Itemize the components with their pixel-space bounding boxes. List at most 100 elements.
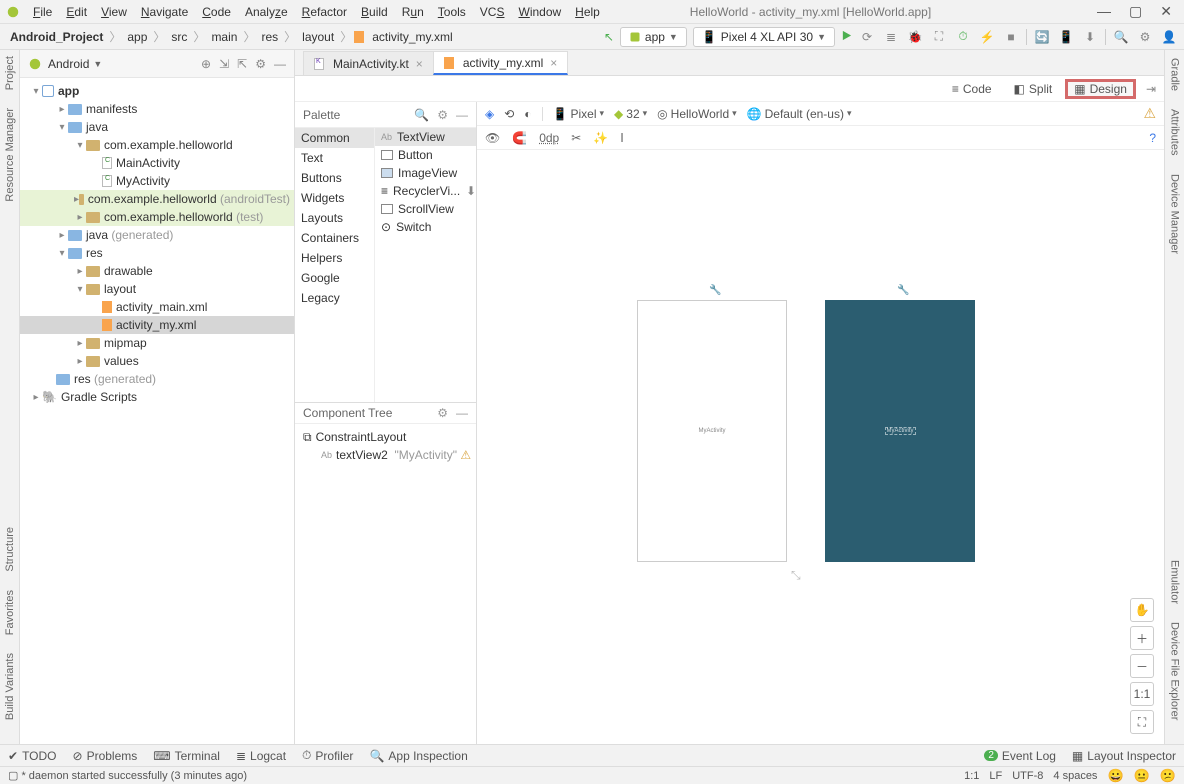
apply-code-changes-icon[interactable]: ≣ [882, 28, 900, 46]
component-tree[interactable]: ⧉ConstraintLayout AbtextView2 "MyActivit… [295, 424, 476, 744]
sdk-manager-icon[interactable]: ⬇ [1081, 28, 1099, 46]
settings-icon[interactable]: ⚙ [437, 406, 448, 420]
menu-vcs[interactable]: VCS [473, 5, 512, 19]
tool-favorites-tab[interactable]: Favorites [4, 590, 16, 635]
crumb-res[interactable]: res [257, 30, 282, 44]
tool-event-log[interactable]: 2Event Log [984, 749, 1056, 763]
palette-categories[interactable]: Common Text Buttons Widgets Layouts Cont… [295, 128, 375, 402]
sync-gradle-icon[interactable]: 🔄 [1033, 28, 1051, 46]
search-everywhere-icon[interactable]: 🔍 [1112, 28, 1130, 46]
select-opened-file-icon[interactable]: ⊕ [201, 57, 211, 71]
menu-tools[interactable]: Tools [431, 5, 473, 19]
project-tree[interactable]: ▾app ▸manifests ▾java ▾com.example.hello… [20, 78, 294, 744]
menu-build[interactable]: Build [354, 5, 395, 19]
view-mode-split[interactable]: ◧Split [1005, 79, 1062, 99]
tool-terminal[interactable]: ⌨Terminal [153, 749, 220, 763]
status-emoji-1[interactable]: 😀 [1107, 768, 1123, 784]
tool-todo[interactable]: ✔TODO [8, 749, 57, 763]
status-caret[interactable]: 1:1 [964, 770, 979, 782]
debug-button[interactable]: 🐞 [906, 28, 924, 46]
tree-manifests[interactable]: manifests [86, 102, 137, 116]
tab-main-activity[interactable]: MainActivity.kt × [303, 51, 434, 75]
settings-icon[interactable]: ⚙ [255, 57, 266, 71]
maximize-button[interactable]: ▢ [1129, 3, 1142, 20]
help-icon[interactable]: ? [1149, 131, 1156, 145]
hide-panel-icon[interactable]: — [456, 406, 468, 420]
view-mode-design[interactable]: ▦Design [1065, 79, 1136, 99]
stop-button[interactable]: ■ [1002, 28, 1020, 46]
tree-gradle-scripts[interactable]: Gradle Scripts [61, 390, 137, 404]
zoom-in-button[interactable]: ＋ [1130, 626, 1154, 650]
status-indent[interactable]: 4 spaces [1053, 770, 1097, 782]
menu-analyze[interactable]: Analyze [238, 5, 295, 19]
menu-run[interactable]: Run [395, 5, 431, 19]
tool-build-variants-tab[interactable]: Build Variants [4, 653, 16, 720]
menu-file[interactable]: File [26, 5, 59, 19]
warning-icon[interactable]: ⚠ [460, 448, 471, 462]
guidelines-icon[interactable]: Ⅰ [620, 131, 624, 145]
palette-cat-google[interactable]: Google [295, 268, 374, 288]
tree-values[interactable]: values [104, 354, 139, 368]
tree-pkg-test[interactable]: com.example.helloworld (test) [104, 210, 263, 224]
tree-java[interactable]: java [86, 120, 108, 134]
menu-view[interactable]: View [94, 5, 134, 19]
settings-icon[interactable]: ⚙ [1136, 28, 1154, 46]
design-canvas[interactable]: 🔧 🔧 MyActivity MyActivity ⤡ ✋ ＋ － 1:1 ⛶ [477, 150, 1164, 744]
tool-problems[interactable]: ⊘Problems [73, 749, 138, 763]
run-config-selector[interactable]: app ▼ [620, 27, 687, 47]
design-preview[interactable]: MyActivity [637, 300, 787, 562]
tool-device-file-explorer-tab[interactable]: Device File Explorer [1169, 622, 1181, 720]
menu-edit[interactable]: Edit [59, 5, 94, 19]
menu-navigate[interactable]: Navigate [134, 5, 195, 19]
blueprint-preview[interactable]: MyActivity [825, 300, 975, 562]
palette-cat-legacy[interactable]: Legacy [295, 288, 374, 308]
ct-root[interactable]: ConstraintLayout [316, 430, 407, 444]
crumb-layout[interactable]: layout [298, 30, 338, 44]
tree-activity-my[interactable]: activity_my.xml [116, 318, 196, 332]
palette-item-recyclerview[interactable]: ≡RecyclerVi...⬇ [375, 182, 476, 200]
tree-pkg-android-test[interactable]: com.example.helloworld (androidTest) [88, 192, 290, 206]
tree-layout[interactable]: layout [104, 282, 136, 296]
menu-window[interactable]: Window [511, 5, 568, 19]
night-mode-icon[interactable]: ◐ [524, 107, 531, 121]
api-selector[interactable]: ◆32▾ [614, 107, 647, 121]
avd-manager-icon[interactable]: 📱 [1057, 28, 1075, 46]
attach-debugger-icon[interactable]: ⚡ [978, 28, 996, 46]
status-encoding[interactable]: UTF-8 [1012, 770, 1043, 782]
palette-cat-common[interactable]: Common [295, 128, 374, 148]
close-tab-icon[interactable]: × [416, 57, 423, 71]
tool-attributes-tab[interactable]: Attributes [1169, 109, 1181, 155]
tool-resource-manager-tab[interactable]: Resource Manager [4, 108, 16, 202]
status-emoji-2[interactable]: 😐 [1134, 768, 1150, 784]
coverage-icon[interactable]: ⛶ [930, 28, 948, 46]
tool-device-manager-tab[interactable]: Device Manager [1169, 174, 1181, 254]
tool-emulator-tab[interactable]: Emulator [1169, 560, 1181, 604]
palette-cat-helpers[interactable]: Helpers [295, 248, 374, 268]
menu-refactor[interactable]: Refactor [295, 5, 354, 19]
tool-layout-inspector[interactable]: ▦Layout Inspector [1072, 749, 1176, 763]
tree-res[interactable]: res [86, 246, 103, 260]
ct-child[interactable]: textView2 "MyActivity" [336, 448, 457, 462]
palette-cat-widgets[interactable]: Widgets [295, 188, 374, 208]
wrench-icon[interactable]: 🔧 [709, 285, 721, 296]
tool-profiler[interactable]: ⏱Profiler [302, 748, 353, 763]
tree-java-gen[interactable]: java (generated) [86, 228, 173, 242]
zoom-reset-button[interactable]: 1:1 [1130, 682, 1154, 706]
collapse-all-icon[interactable]: ⇱ [237, 57, 247, 71]
hide-panel-icon[interactable]: — [274, 57, 286, 71]
profiler-icon[interactable]: ⏱ [954, 28, 972, 46]
default-margin-label[interactable]: 0dp [539, 131, 559, 145]
tool-project-tab[interactable]: Project [4, 56, 16, 90]
tree-pkg-main[interactable]: com.example.helloworld [104, 138, 233, 152]
resize-handle-icon[interactable]: ⤡ [791, 568, 801, 583]
view-options-icon[interactable]: 👁 [485, 131, 500, 145]
tree-my-activity[interactable]: MyActivity [116, 174, 170, 188]
crumb-file[interactable]: activity_my.xml [368, 30, 456, 44]
magnet-icon[interactable]: 🧲 [512, 131, 527, 145]
palette-item-button[interactable]: Button [375, 146, 476, 164]
tool-structure-tab[interactable]: Structure [4, 527, 16, 572]
tree-mipmap[interactable]: mipmap [104, 336, 147, 350]
attributes-toggle-icon[interactable]: ⇥ [1146, 82, 1156, 96]
settings-icon[interactable]: ⚙ [437, 108, 448, 122]
device-selector[interactable]: 📱 Pixel 4 XL API 30 ▼ [693, 27, 835, 47]
